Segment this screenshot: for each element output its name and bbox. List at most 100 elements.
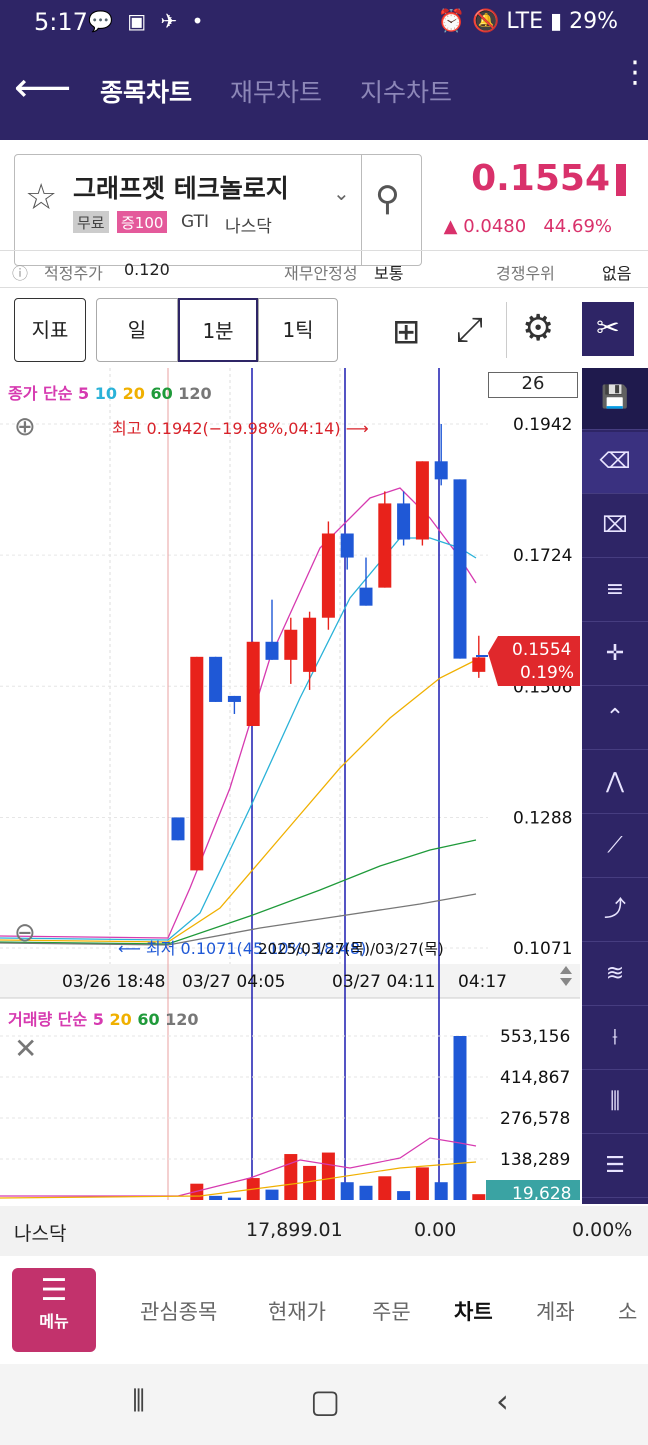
candle xyxy=(378,503,392,588)
index-change: 0.00 xyxy=(414,1219,457,1241)
candle xyxy=(303,617,317,672)
settings-gear-icon[interactable]: ⚙ xyxy=(522,308,554,349)
price-chart[interactable]: 0.19420.17240.15060.12880.1071최고 0.1942(… xyxy=(0,368,580,1200)
more-options-icon[interactable]: ⋮ xyxy=(620,58,648,88)
volume-bar xyxy=(227,1197,241,1200)
status-icons: ⏰ 🔕 LTE ▮ 29% xyxy=(437,9,618,34)
period-1min-button[interactable]: 1분 xyxy=(178,298,258,362)
home-icon[interactable]: ▢ xyxy=(310,1382,340,1420)
tab-index-chart[interactable]: 지수차트 xyxy=(360,73,452,109)
menu-button[interactable]: ☰ 메뉴 xyxy=(12,1268,96,1352)
candle xyxy=(434,461,448,480)
volume-legend[interactable]: 거래량 단순 5 20 60 120 xyxy=(8,1006,199,1030)
nav-order[interactable]: 주문 xyxy=(372,1296,411,1326)
tools-icon[interactable]: ✂ xyxy=(582,302,634,356)
volume-bar xyxy=(434,1182,448,1200)
price-indicator-bar xyxy=(616,164,626,196)
candle xyxy=(246,641,260,727)
time-label: 04:17 xyxy=(458,972,507,992)
zigzag-icon[interactable]: ⋀ xyxy=(582,752,648,814)
status-bar: 5:17 💬 ▣ ✈ • ⏰ 🔕 LTE ▮ 29% xyxy=(0,0,648,45)
exchange-name: 나스닥 xyxy=(225,217,272,237)
price-legend[interactable]: 종가 단순 5 10 20 60 120 xyxy=(8,380,212,404)
favorite-star-icon[interactable]: ☆ xyxy=(25,177,57,218)
candle xyxy=(190,656,204,871)
volume-bar xyxy=(209,1195,223,1200)
hamburger-icon: ☰ xyxy=(40,1273,68,1308)
channel-icon[interactable]: ≋ xyxy=(582,944,648,1006)
app-bar: ⟵ 종목차트 재무차트 지수차트 ⋮ xyxy=(0,45,648,140)
fan-lines-icon[interactable]: ⟊ xyxy=(582,1008,648,1070)
candle xyxy=(340,533,354,558)
grid-layout-icon[interactable]: ⊞ xyxy=(392,312,421,352)
ma60-line xyxy=(0,839,477,945)
candle xyxy=(321,533,335,618)
high-annotation: 최고 0.1942(−19.98%,04:14) ⟶ xyxy=(112,419,369,438)
bottom-navigation: ☰ 메뉴 관심종목 현재가 주문 차트 계좌 소 xyxy=(0,1256,648,1364)
nav-watchlist[interactable]: 관심종목 xyxy=(140,1296,217,1326)
candle xyxy=(284,629,298,660)
candle xyxy=(472,657,486,672)
nav-current-price[interactable]: 현재가 xyxy=(268,1296,326,1326)
price-tick-label: 0.1724 xyxy=(513,546,572,566)
stock-name: 그래프젯 테크놀로지 xyxy=(73,174,289,203)
price-tick-label: 0.1942 xyxy=(513,415,572,435)
nav-account[interactable]: 계좌 xyxy=(536,1296,575,1326)
hcl-lines-icon[interactable]: ≡ xyxy=(582,560,648,622)
fair-value: 0.120 xyxy=(124,260,170,279)
back-arrow-icon[interactable]: ⟵ xyxy=(14,63,71,113)
auto-trend-icon[interactable]: ⤴ xyxy=(582,880,648,942)
volume-tick-label: 138,289 xyxy=(500,1150,570,1170)
index-ticker[interactable]: 나스닥 17,899.01 0.00 0.00% xyxy=(0,1206,648,1256)
crosshair-icon[interactable]: ✛ xyxy=(582,624,648,686)
ticker-symbol: GTI xyxy=(181,212,209,232)
valuation-row: ⓘ 적정주가 0.120 재무안정성 보통 경쟁우위 없음 xyxy=(0,250,648,288)
horizontal-lines-icon[interactable]: ☰ xyxy=(582,1136,648,1198)
trend-line-icon[interactable]: ⟋ xyxy=(582,816,648,878)
erase-all-icon[interactable]: ⌧ xyxy=(582,496,648,558)
current-volume-tag: 19,628 xyxy=(512,1184,571,1200)
stability-value: 보통 xyxy=(374,264,404,283)
recent-apps-icon[interactable]: ⦀ xyxy=(132,1384,145,1419)
volume-tick-label: 553,156 xyxy=(500,1027,570,1047)
candle xyxy=(265,641,279,660)
price-change: ▲ 0.0480 44.69% xyxy=(443,216,612,237)
price-tick-label: 0.1071 xyxy=(513,939,572,959)
peak-line-icon[interactable]: ⌃ xyxy=(582,688,648,750)
visible-count-box[interactable]: 26 xyxy=(488,372,578,398)
clock: 5:17 xyxy=(34,8,88,36)
volume-tick-label: 276,578 xyxy=(500,1109,570,1129)
candle xyxy=(209,656,223,702)
eraser-icon[interactable]: ⌫ xyxy=(582,432,648,494)
volume-bar xyxy=(378,1176,392,1200)
time-label: 03/26 18:48 xyxy=(62,972,165,992)
index-value: 17,899.01 xyxy=(246,1219,343,1241)
zoom-out-icon[interactable]: ⊖ xyxy=(14,918,36,948)
tag-margin: 증100 xyxy=(117,211,168,233)
competitive-value: 없음 xyxy=(602,264,632,283)
help-icon[interactable]: ⓘ xyxy=(12,260,28,284)
current-price-tag: 0.1554 xyxy=(512,640,571,660)
volume-bar xyxy=(340,1182,354,1200)
volume-tick-label: 414,867 xyxy=(500,1068,570,1088)
indicator-button[interactable]: 지표 xyxy=(14,298,86,362)
vertical-lines-icon[interactable]: ⫼ xyxy=(582,1072,648,1134)
save-icon[interactable]: 💾 xyxy=(582,368,648,430)
fullscreen-icon[interactable]: ⤢ xyxy=(456,310,483,350)
chevron-down-icon[interactable]: ⌄ xyxy=(333,181,350,205)
period-day-button[interactable]: 일 xyxy=(96,298,178,362)
drawing-toolbar: 💾 ⌫ ⌧ ≡ ✛ ⌃ ⋀ ⟋ ⤴ ≋ ⟊ ⫼ ☰ xyxy=(582,368,648,1204)
tab-stock-chart[interactable]: 종목차트 xyxy=(100,73,192,109)
tab-financial-chart[interactable]: 재무차트 xyxy=(230,73,322,109)
notification-icons: 💬 ▣ ✈ • xyxy=(88,9,208,33)
time-label: 03/27 04:11 xyxy=(332,972,435,992)
nav-chart[interactable]: 차트 xyxy=(454,1296,493,1326)
zoom-in-icon[interactable]: ⊕ xyxy=(14,412,36,442)
close-volume-icon[interactable]: ✕ xyxy=(14,1032,37,1065)
volume-bar xyxy=(265,1189,279,1200)
search-icon[interactable]: ⚲ xyxy=(375,179,400,219)
back-icon[interactable]: ‹ xyxy=(496,1382,509,1420)
period-tick-button[interactable]: 1틱 xyxy=(258,298,338,362)
volume-bar xyxy=(415,1167,429,1200)
nav-more[interactable]: 소 xyxy=(618,1296,637,1326)
